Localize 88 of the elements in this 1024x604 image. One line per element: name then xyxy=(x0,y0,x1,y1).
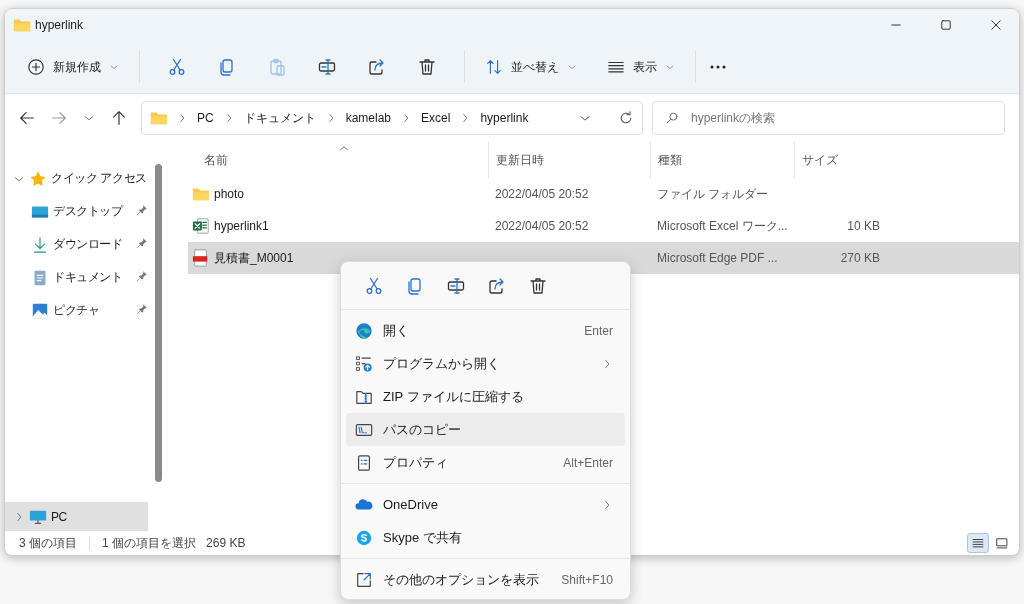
sidebar-item[interactable]: ピクチャ xyxy=(5,294,148,327)
search-icon xyxy=(665,111,679,125)
menu-label: OneDrive xyxy=(383,497,438,512)
sidebar-label: ダウンロード xyxy=(53,236,123,253)
menu-label: ZIP ファイルに圧縮する xyxy=(383,387,524,406)
file-name: hyperlink1 xyxy=(214,219,269,233)
address-bar[interactable]: PC ドキュメント kamelab Excel hyperlink xyxy=(141,101,643,135)
view-button[interactable]: 表示 xyxy=(599,52,683,82)
file-row[interactable]: hyperlink1 2022/04/05 20:52 Microsoft Excel ワーク... 10 KB xyxy=(188,210,1019,242)
external-window-icon xyxy=(355,570,373,589)
file-name: photo xyxy=(214,187,245,201)
menu-label: その他のオプションを表示 xyxy=(383,570,539,589)
breadcrumb[interactable]: hyperlink xyxy=(479,111,530,125)
file-name: 見積書_M0001 xyxy=(214,249,294,267)
file-size: 10 KB xyxy=(846,219,881,233)
scrollbar-thumb[interactable] xyxy=(154,164,162,482)
chat-bubble-icon xyxy=(355,528,373,547)
sidebar-item[interactable]: ダウンロード xyxy=(5,228,148,261)
menu-item[interactable]: ZIP ファイルに圧縮する xyxy=(346,380,625,413)
tiles-view-icon xyxy=(995,536,1009,550)
modified-date: 2022/04/05 20:52 xyxy=(494,219,590,233)
scissors-icon[interactable] xyxy=(167,57,187,77)
menu-label: プログラムから開く xyxy=(383,354,500,373)
column-header[interactable]: 名前 xyxy=(188,142,488,178)
trash-icon[interactable] xyxy=(417,57,437,77)
file-type: ファイル フォルダー xyxy=(656,185,770,203)
menu-item[interactable]: プロパティ Alt+Enter xyxy=(346,446,625,479)
new-button[interactable]: 新規作成 xyxy=(19,52,127,82)
sort-arrows-icon xyxy=(485,58,503,76)
pdf-file-icon xyxy=(192,249,210,267)
column-header[interactable]: 更新日時 xyxy=(488,142,650,178)
sidebar-label: ピクチャ xyxy=(53,302,100,319)
menu-label: プロパティ xyxy=(383,453,448,472)
menu-label: Skype で共有 xyxy=(383,528,462,547)
menu-item[interactable]: 開く Enter xyxy=(346,314,625,347)
sidebar-item[interactable]: クイック アクセス xyxy=(5,162,148,195)
selection-info: 1 個の項目を選択 xyxy=(102,534,197,552)
menu-label: パスのコピー xyxy=(383,420,461,439)
maximize-icon[interactable] xyxy=(939,18,953,32)
menu-item[interactable]: パスのコピー xyxy=(346,413,625,446)
file-row[interactable]: photo 2022/04/05 20:52 ファイル フォルダー xyxy=(188,178,1019,210)
rename-icon[interactable] xyxy=(317,57,337,77)
breadcrumb[interactable]: kamelab xyxy=(344,111,393,125)
column-header[interactable]: サイズ xyxy=(794,142,884,178)
breadcrumb[interactable]: Excel xyxy=(420,111,452,125)
back-arrow-icon[interactable] xyxy=(18,109,36,127)
menu-item[interactable]: その他のオプションを表示 Shift+F10 xyxy=(346,563,625,596)
close-icon[interactable] xyxy=(989,18,1003,32)
sidebar-label: デスクトップ xyxy=(53,203,123,220)
column-header[interactable]: 種類 xyxy=(650,142,794,178)
search-field[interactable]: hyperlinkの検索 xyxy=(652,101,1005,135)
modified-date: 2022/04/05 20:52 xyxy=(494,187,590,201)
shortcut-label: Shift+F10 xyxy=(561,572,613,587)
sort-button[interactable]: 並べ替え xyxy=(477,52,585,82)
forward-arrow-icon[interactable] xyxy=(50,109,68,127)
sidebar-item[interactable]: ドキュメント xyxy=(5,261,148,294)
sidebar-label: ドキュメント xyxy=(53,269,123,286)
window-title: hyperlink xyxy=(35,18,84,32)
up-arrow-icon[interactable] xyxy=(110,109,128,127)
plus-circle-icon xyxy=(27,58,45,76)
shortcut-label: Enter xyxy=(584,323,613,338)
globe-swirl-icon xyxy=(355,321,373,340)
file-type: Microsoft Excel ワーク... xyxy=(656,217,789,235)
star-icon xyxy=(29,169,47,188)
picture-icon xyxy=(31,301,49,320)
details-view-button[interactable] xyxy=(967,533,989,553)
sidebar-label: クイック アクセス xyxy=(51,170,147,187)
selection-size: 269 KB xyxy=(206,536,246,550)
file-size: 270 KB xyxy=(839,251,881,265)
spreadsheet-icon xyxy=(192,217,210,235)
refresh-icon[interactable] xyxy=(618,110,634,126)
shortcut-label: Alt+Enter xyxy=(563,455,613,470)
rename-icon[interactable] xyxy=(445,275,466,296)
apps-list-icon xyxy=(355,354,373,373)
file-type: Microsoft Edge PDF ... xyxy=(656,251,779,265)
menu-item[interactable]: OneDrive xyxy=(346,488,625,521)
menu-item[interactable]: Skype で共有 xyxy=(346,521,625,554)
properties-icon xyxy=(355,453,373,472)
sidebar-item[interactable]: PC xyxy=(5,502,148,531)
menu-label: 開く xyxy=(383,321,409,340)
download-icon xyxy=(31,235,49,254)
sidebar-item[interactable]: デスクトップ xyxy=(5,195,148,228)
item-count: 3 個の項目 xyxy=(19,534,77,552)
details-view-icon xyxy=(971,536,985,550)
breadcrumb[interactable]: PC xyxy=(196,111,215,125)
menu-item[interactable]: プログラムから開く xyxy=(346,347,625,380)
sidebar-label: PC xyxy=(51,509,67,524)
breadcrumb[interactable]: ドキュメント xyxy=(242,109,317,127)
